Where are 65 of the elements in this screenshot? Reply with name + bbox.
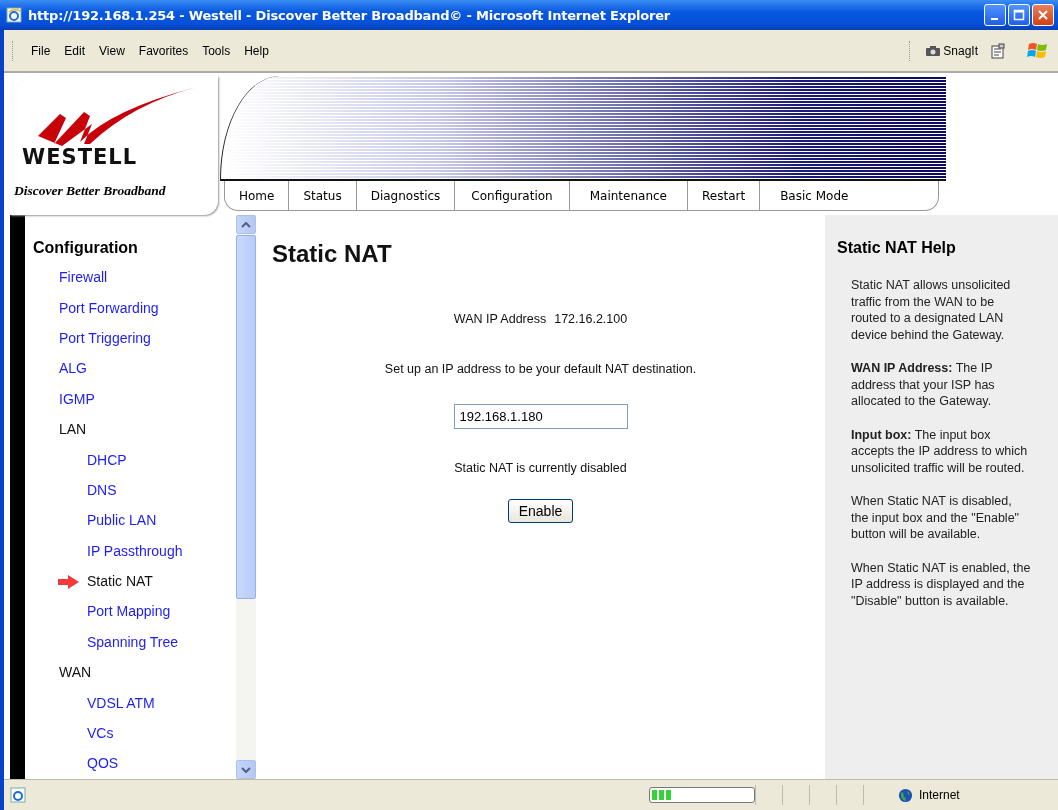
globe-icon xyxy=(898,787,913,803)
sidebar-link[interactable]: VDSL ATM xyxy=(87,694,155,711)
sidebar-group: LAN xyxy=(59,421,87,438)
snagit-button[interactable]: SnagIt xyxy=(921,41,982,60)
nav-tab[interactable]: Configuration xyxy=(455,181,570,210)
help-text: Static NAT allows unsolicited traffic from the WAN to be routed to a designated LAN device behind the Gateway. xyxy=(851,277,1012,343)
help-title: Static NAT Help xyxy=(837,239,957,257)
maximize-button[interactable] xyxy=(1008,4,1030,26)
camera-icon xyxy=(925,44,942,57)
sidebar-link[interactable]: Port Forwarding xyxy=(59,299,159,316)
sidebar-link[interactable]: Port Mapping xyxy=(87,603,171,620)
instruction-text: Set up an IP address to be your default NAT destination. xyxy=(384,362,697,376)
status-text: Static NAT is currently disabled xyxy=(454,461,627,475)
sidebar-link[interactable]: QOS xyxy=(87,755,119,772)
help-text: When Static NAT is enabled, the IP address is displayed and the "Disable" button is available. xyxy=(851,559,1031,609)
nav-tab[interactable]: Basic Mode xyxy=(760,181,869,210)
sidebar-link[interactable]: VCs xyxy=(87,725,114,742)
scrollbar-thumb[interactable] xyxy=(236,235,256,599)
sidebar-link[interactable]: IP Passthrough xyxy=(87,542,183,559)
minimize-icon xyxy=(990,18,998,20)
ip-address-field[interactable]: 192.168.1.180 xyxy=(453,404,628,429)
wan-ip-value: 172.16.2.100 xyxy=(554,312,628,326)
zone-label: Internet xyxy=(919,788,960,802)
minimize-button[interactable] xyxy=(984,4,1006,26)
pointer-arrow-icon xyxy=(58,574,80,589)
sidebar-link[interactable]: DNS xyxy=(87,481,117,498)
sidebar-link[interactable]: DHCP xyxy=(87,451,127,468)
nav-tab[interactable]: Home xyxy=(225,181,290,210)
browser-icon xyxy=(6,7,22,23)
nav-tab[interactable]: Maintenance xyxy=(569,181,688,210)
wan-ip-label: WAN IP Address xyxy=(453,312,547,326)
menu-item[interactable]: File xyxy=(24,41,58,60)
nav-tab[interactable]: Status xyxy=(289,181,357,210)
scroll-up-button[interactable] xyxy=(236,215,256,234)
sidebar-link[interactable]: ALG xyxy=(59,360,87,377)
help-text: When Static NAT is disabled, the input box and the "Enable" button will be available. xyxy=(851,493,1021,543)
menu-item[interactable]: Edit xyxy=(57,41,93,60)
sidebar-link[interactable]: Public LAN xyxy=(87,512,157,529)
nav-tab[interactable]: Restart xyxy=(688,181,761,210)
nav-tab[interactable]: Diagnostics xyxy=(356,181,456,210)
logo-text: WESTELL xyxy=(22,145,138,169)
enable-button[interactable]: Enable xyxy=(507,499,574,523)
sidebar-link[interactable]: Port Triggering xyxy=(59,329,151,346)
menu-item[interactable]: View xyxy=(92,41,132,60)
menu-item[interactable]: Help xyxy=(237,41,276,60)
tagline: Discover Better Broadband xyxy=(14,183,166,199)
page-title: Static NAT xyxy=(272,240,392,268)
menu-item[interactable]: Favorites xyxy=(131,41,196,60)
scrollbar[interactable] xyxy=(236,215,256,779)
menu-item[interactable]: Tools xyxy=(195,41,238,60)
sidebar-group: WAN xyxy=(59,664,92,681)
close-button[interactable] xyxy=(1032,4,1054,26)
window-title: http://192.168.1.254 - Westell - Discover Better Broadband© - Microsoft Internet Explorer xyxy=(28,7,672,23)
sidebar-link[interactable]: Spanning Tree xyxy=(87,633,179,650)
sidebar-title: Configuration xyxy=(33,239,139,257)
sidebar-link[interactable]: IGMP xyxy=(59,390,95,407)
help-text: Input box: The input box accepts the IP address to which unsolicited traffic will be routed. xyxy=(851,426,1029,476)
sidebar-link[interactable]: Static NAT xyxy=(87,573,153,590)
scroll-down-button[interactable] xyxy=(236,760,256,779)
help-text: WAN IP Address: The IP address that your ISP has allocated to the Gateway. xyxy=(851,360,996,410)
properties-icon[interactable] xyxy=(990,42,1006,59)
page-icon xyxy=(10,787,26,803)
close-icon xyxy=(1037,9,1049,21)
maximize-icon xyxy=(1013,9,1025,21)
sidebar-link[interactable]: Firewall xyxy=(59,269,108,286)
